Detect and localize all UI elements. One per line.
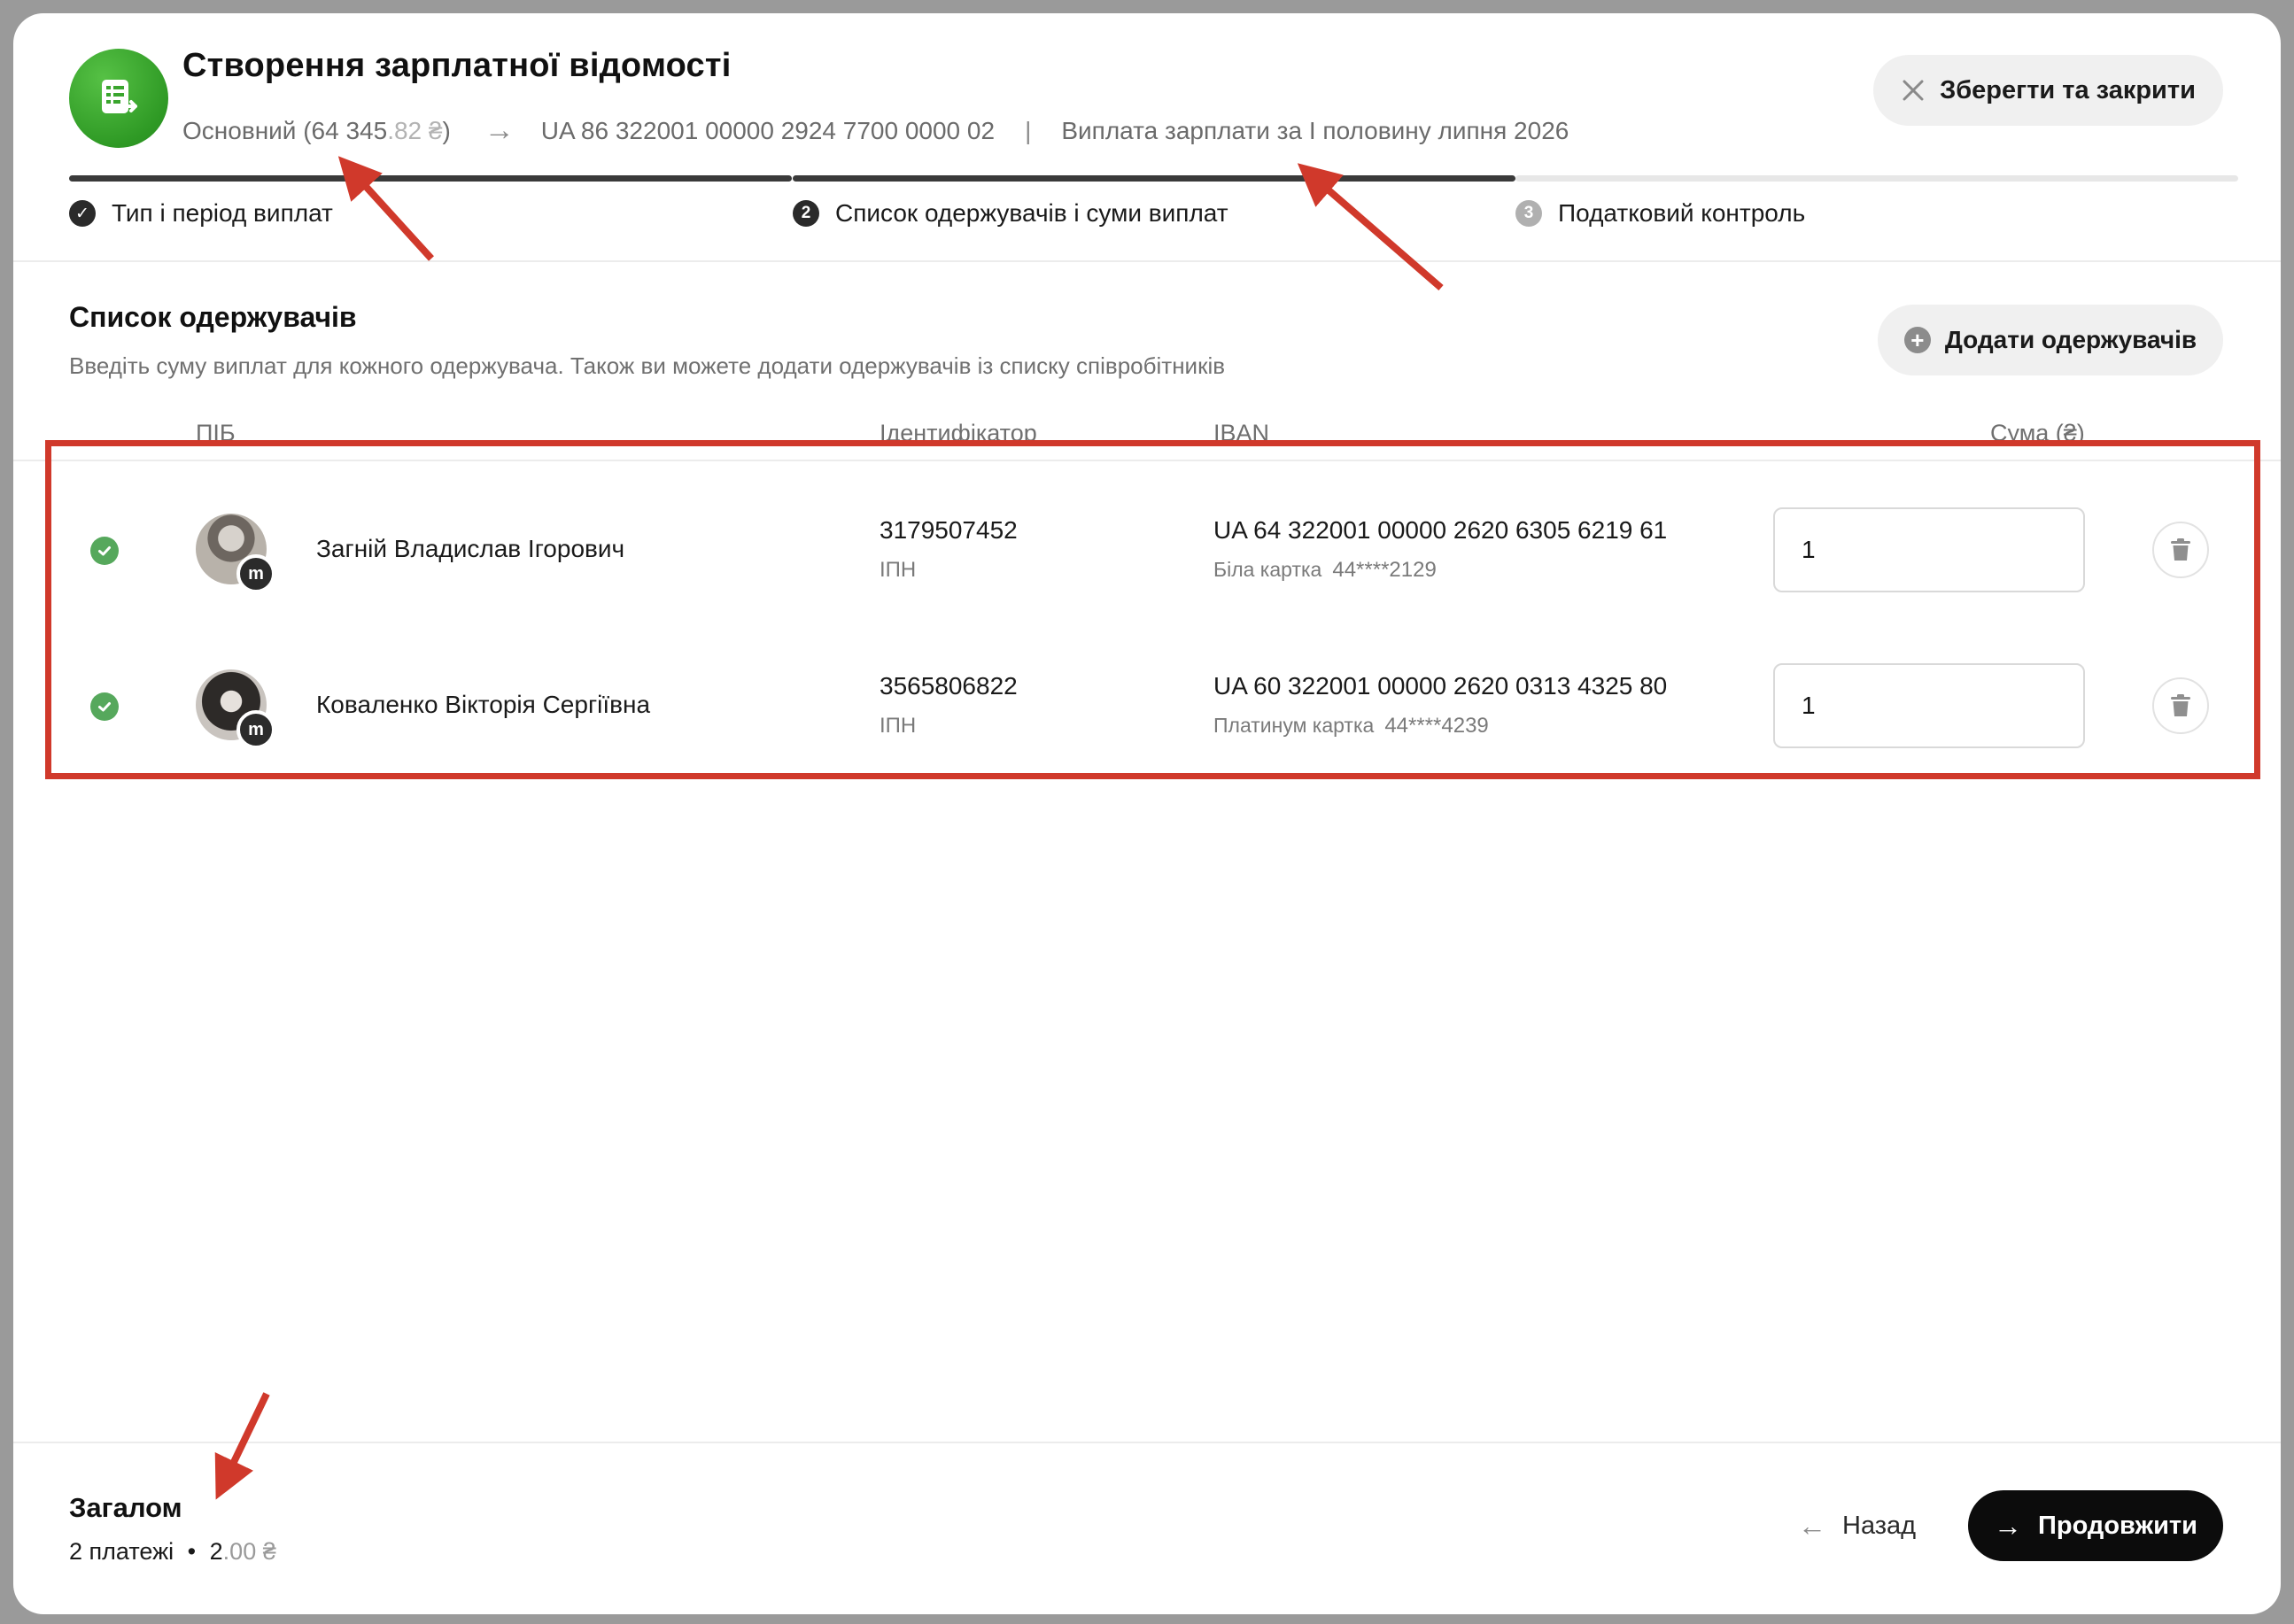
column-header-name[interactable]: ПІБ xyxy=(196,420,236,447)
avatar: m xyxy=(196,514,275,593)
save-and-close-label: Зберегти та закрити xyxy=(1940,75,2196,104)
step-progress-1 xyxy=(69,175,792,182)
card-type: Біла картка xyxy=(1213,558,1322,581)
check-circle-icon xyxy=(90,537,119,565)
total-summary: 2 платежі • 2.00 ₴ xyxy=(69,1538,276,1566)
account-balance-close: ) xyxy=(442,116,451,144)
payroll-sheet-icon xyxy=(102,80,137,113)
bullet-separator: • xyxy=(187,1538,197,1565)
card-type: Платинум картка xyxy=(1213,714,1375,737)
account-balance-cents: .82 ₴ xyxy=(387,116,443,144)
arrow-right-icon: → xyxy=(484,113,515,147)
recipients-title: Список одержувачів xyxy=(69,301,357,333)
identifier-type: ІПН xyxy=(880,714,917,738)
amount-input[interactable] xyxy=(1773,507,2085,592)
table-header-divider xyxy=(13,460,2281,461)
save-and-close-button[interactable]: Зберегти та закрити xyxy=(1873,55,2223,126)
source-account: Основний (64 345.82 ₴) xyxy=(182,117,451,145)
destination-iban: UA 86 322001 00000 2924 7700 0000 02 xyxy=(540,116,996,144)
total-amount: 2 xyxy=(209,1538,223,1565)
card-number: 44****2129 xyxy=(1332,558,1437,582)
page-title: Створення зарплатної відомості xyxy=(182,47,732,84)
back-label: Назад xyxy=(1842,1512,1917,1540)
recipient-identifier: 3179507452 xyxy=(880,516,1018,544)
back-button[interactable]: ← Назад xyxy=(1798,1510,1916,1543)
recipient-name: Коваленко Вікторія Сергіївна xyxy=(316,691,651,718)
add-recipients-button[interactable]: + Додати одержувачів xyxy=(1878,305,2223,375)
header-divider xyxy=(13,260,2281,262)
recipient-card: Біла картка 44****2129 xyxy=(1213,558,1437,583)
step-label: Тип і період виплат xyxy=(112,199,333,227)
account-balance: Основний (64 345 xyxy=(182,116,388,144)
card-number: 44****4239 xyxy=(1384,714,1489,738)
trash-icon xyxy=(2171,694,2190,716)
table-row: m Коваленко Вікторія Сергіївна 356580682… xyxy=(13,632,2281,783)
delete-recipient-button[interactable] xyxy=(2152,522,2209,578)
column-header-amount[interactable]: Сума (₴) xyxy=(1990,420,2085,447)
footer-divider xyxy=(13,1442,2281,1443)
step-progress-3 xyxy=(1515,175,2238,182)
step-number-icon: 2 xyxy=(793,200,819,227)
column-header-identifier[interactable]: Ідентифікатор xyxy=(880,420,1037,447)
separator: | xyxy=(1025,116,1032,144)
continue-label: Продовжити xyxy=(2038,1511,2197,1540)
delete-recipient-button[interactable] xyxy=(2152,677,2209,734)
step-label: Податковий контроль xyxy=(1558,199,1806,227)
identifier-type: ІПН xyxy=(880,558,917,582)
step-tax-control[interactable]: 3 Податковий контроль xyxy=(1515,199,1805,228)
step-label: Список одержувачів і суми виплат xyxy=(835,199,1228,227)
step-number-icon: 3 xyxy=(1515,200,1542,227)
amount-input[interactable] xyxy=(1773,663,2085,748)
close-icon xyxy=(1903,80,1924,101)
recipient-identifier: 3565806822 xyxy=(880,672,1018,700)
step-progress-2 xyxy=(793,175,1515,182)
recipients-description: Введіть суму виплат для кожного одержува… xyxy=(69,352,1226,379)
recipient-iban: UA 64 322001 00000 2620 6305 6219 61 xyxy=(1213,516,1668,544)
total-label: Загалом xyxy=(69,1492,182,1523)
step-type-period[interactable]: ✓ Тип і період виплат xyxy=(69,199,333,228)
payment-summary-line: Основний (64 345.82 ₴) → UA 86 322001 00… xyxy=(182,113,1569,148)
table-row: m Загній Владислав Ігорович 3179507452 І… xyxy=(13,476,2281,627)
total-amount-cents: .00 ₴ xyxy=(222,1538,276,1565)
add-recipients-label: Додати одержувачів xyxy=(1944,326,2197,353)
trash-icon xyxy=(2171,538,2190,561)
continue-button[interactable]: → Продовжити xyxy=(1968,1490,2223,1561)
payroll-modal: Створення зарплатної відомості Основний … xyxy=(13,13,2281,1614)
monobank-badge-icon: m xyxy=(236,554,275,593)
recipient-iban: UA 60 322001 00000 2620 0313 4325 80 xyxy=(1213,672,1668,700)
avatar: m xyxy=(196,669,275,749)
step-recipients-amounts[interactable]: 2 Список одержувачів і суми виплат xyxy=(793,199,1228,228)
monobank-badge-icon: m xyxy=(236,710,275,749)
column-header-iban[interactable]: IBAN xyxy=(1213,420,1269,447)
recipient-card: Платинум картка 44****4239 xyxy=(1213,714,1489,739)
plus-circle-icon: + xyxy=(1903,327,1931,353)
check-circle-icon: ✓ xyxy=(69,200,96,227)
payments-count: 2 платежі xyxy=(69,1538,174,1565)
check-circle-icon xyxy=(90,692,119,721)
arrow-left-icon: ← xyxy=(1798,1510,1826,1542)
payment-description: Виплата зарплати за I половину липня 202… xyxy=(1061,116,1569,144)
recipient-name: Загній Владислав Ігорович xyxy=(316,535,625,562)
payroll-app-icon xyxy=(69,49,168,148)
arrow-right-icon: → xyxy=(1994,1509,2023,1542)
